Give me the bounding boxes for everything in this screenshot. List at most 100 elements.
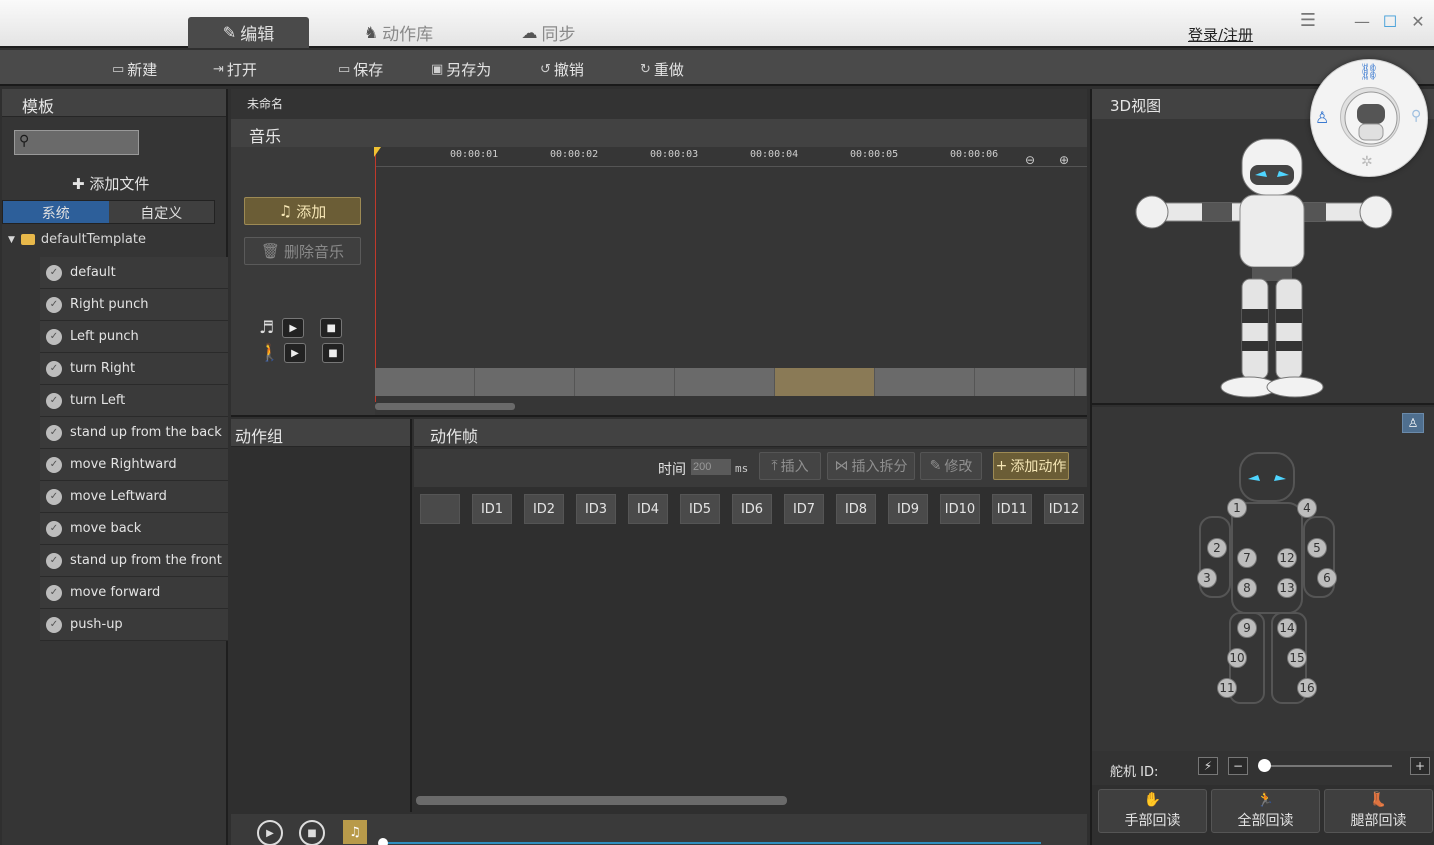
action-play-button[interactable]: ▶ bbox=[284, 343, 306, 363]
servo-decrease-button[interactable]: − bbox=[1228, 757, 1248, 775]
frames-scrollbar[interactable] bbox=[416, 796, 787, 805]
add-file-button[interactable]: ✚ 添加文件 bbox=[72, 173, 149, 194]
template-list: ✓ default ✓ Right punch ✓ Left punch ✓ turn Rig… bbox=[40, 257, 228, 641]
add-action-button[interactable]: + 添加动作 bbox=[993, 452, 1069, 480]
timeline-segment bbox=[575, 368, 675, 396]
template-list-item[interactable]: ✓ stand up from the back bbox=[40, 417, 228, 449]
action-template-icon: ✓ bbox=[46, 488, 62, 505]
template-list-item[interactable]: ✓ turn Right bbox=[40, 353, 228, 385]
timeline-segment bbox=[475, 368, 575, 396]
maximize-icon[interactable]: ☐ bbox=[1378, 12, 1402, 31]
servo-map: ♙ 1 2 3 4 5 6 7 8 9 10 11 12 13 14 15 16 bbox=[1092, 407, 1434, 751]
timeline-scrollbar[interactable] bbox=[375, 403, 515, 410]
insert-split-button[interactable]: ⋈ 插入拆分 bbox=[827, 452, 915, 480]
servo-joint-16[interactable]: 16 bbox=[1297, 678, 1317, 698]
template-list-item[interactable]: ✓ Left punch bbox=[40, 321, 228, 353]
servo-joint-13[interactable]: 13 bbox=[1277, 578, 1297, 598]
servo-id-header: ID11 bbox=[992, 494, 1032, 524]
leg-readback-button[interactable]: 👢 腿部回读 bbox=[1324, 789, 1433, 833]
servo-joint-9[interactable]: 9 bbox=[1237, 618, 1257, 638]
zoom-out-icon[interactable]: ⊖ bbox=[1025, 153, 1035, 167]
link-icon[interactable]: ⛓ bbox=[1359, 62, 1379, 81]
login-register-link[interactable]: 登录/注册 bbox=[1188, 24, 1253, 45]
servo-joint-3[interactable]: 3 bbox=[1197, 568, 1217, 588]
template-list-item[interactable]: ✓ move back bbox=[40, 513, 228, 545]
insert-button[interactable]: ⤒ 插入 bbox=[759, 452, 821, 480]
settings-sliders-icon[interactable]: ☰ bbox=[1296, 10, 1320, 31]
timeline-tick: 00:00:06 bbox=[950, 149, 999, 160]
all-readback-button[interactable]: 🏃 全部回读 bbox=[1211, 789, 1320, 833]
connection-widget[interactable]: ⛓ ♙ ⚲ ✲ bbox=[1310, 59, 1428, 177]
expand-arrow-icon[interactable]: ▼ bbox=[8, 235, 15, 245]
bug-icon[interactable]: ✲ bbox=[1361, 154, 1373, 170]
template-list-item[interactable]: ✓ move Rightward bbox=[40, 449, 228, 481]
timeline-tick: 00:00:05 bbox=[850, 149, 899, 160]
subtab-custom[interactable]: 自定义 bbox=[108, 201, 214, 223]
servo-joint-5[interactable]: 5 bbox=[1307, 538, 1327, 558]
template-list-item[interactable]: ✓ move forward bbox=[40, 577, 228, 609]
split-icon: ⋈ bbox=[834, 458, 849, 474]
playhead[interactable] bbox=[374, 147, 381, 402]
lightning-icon[interactable]: ⚡ bbox=[1198, 757, 1218, 775]
action-template-icon: ✓ bbox=[46, 328, 62, 345]
undo-button[interactable]: ↺ 撤销 bbox=[540, 59, 584, 80]
servo-joint-11[interactable]: 11 bbox=[1217, 678, 1237, 698]
robot-standing-icon[interactable]: ♙ bbox=[1315, 108, 1329, 127]
redo-button[interactable]: ↻ 重做 bbox=[640, 59, 684, 80]
template-list-item[interactable]: ✓ default bbox=[40, 257, 228, 289]
servo-increase-button[interactable]: + bbox=[1410, 757, 1430, 775]
servo-joint-12[interactable]: 12 bbox=[1277, 548, 1297, 568]
playback-progress[interactable] bbox=[381, 842, 1041, 844]
tree-folder-default-template[interactable]: ▼ defaultTemplate bbox=[8, 232, 146, 247]
servo-id-header: ID9 bbox=[888, 494, 928, 524]
time-input[interactable] bbox=[691, 459, 731, 475]
add-music-button[interactable]: ♫ 添加 bbox=[244, 197, 361, 225]
minimize-icon[interactable]: — bbox=[1350, 12, 1374, 31]
playhead-handle[interactable] bbox=[374, 147, 381, 157]
servo-slider-handle[interactable] bbox=[1258, 759, 1271, 772]
template-list-item[interactable]: ✓ turn Left bbox=[40, 385, 228, 417]
template-list-item[interactable]: ✓ push-up bbox=[40, 609, 228, 641]
servo-id-header: ID10 bbox=[940, 494, 980, 524]
subtab-system[interactable]: 系统 bbox=[3, 201, 109, 223]
template-list-item[interactable]: ✓ stand up from the front bbox=[40, 545, 228, 577]
robot-walking-icon[interactable]: ⚲ bbox=[1411, 108, 1421, 124]
template-search-input[interactable]: ⚲ bbox=[14, 130, 139, 155]
close-icon[interactable]: ✕ bbox=[1406, 12, 1430, 31]
add-action-label: 添加动作 bbox=[1010, 459, 1067, 475]
music-stop-button[interactable]: ■ bbox=[320, 318, 343, 338]
open-button[interactable]: ⇥ 打开 bbox=[213, 59, 257, 80]
tab-edit[interactable]: ✎ 编辑 bbox=[188, 17, 309, 48]
servo-joint-8[interactable]: 8 bbox=[1237, 578, 1257, 598]
new-button[interactable]: ▭ 新建 bbox=[112, 59, 157, 80]
servo-joint-2[interactable]: 2 bbox=[1207, 538, 1227, 558]
music-toggle-button[interactable]: ♫ bbox=[343, 820, 367, 844]
servo-joint-10[interactable]: 10 bbox=[1227, 648, 1247, 668]
delete-music-button[interactable]: 🗑 删除音乐 bbox=[244, 237, 361, 265]
playback-progress-handle[interactable] bbox=[378, 838, 388, 845]
save-as-button[interactable]: ▣ 另存为 bbox=[431, 59, 491, 80]
tab-sync[interactable]: ☁ 同步 bbox=[488, 17, 609, 48]
modify-button[interactable]: ✎ 修改 bbox=[920, 452, 982, 480]
template-list-item[interactable]: ✓ Right punch bbox=[40, 289, 228, 321]
template-list-item[interactable]: ✓ move Leftward bbox=[40, 481, 228, 513]
servo-joint-6[interactable]: 6 bbox=[1317, 568, 1337, 588]
music-note-icon: ♬ bbox=[259, 318, 275, 338]
servo-joint-4[interactable]: 4 bbox=[1297, 498, 1317, 518]
servo-slider-track[interactable] bbox=[1264, 765, 1392, 767]
servo-joint-15[interactable]: 15 bbox=[1287, 648, 1307, 668]
servo-joint-1[interactable]: 1 bbox=[1227, 498, 1247, 518]
servo-joint-14[interactable]: 14 bbox=[1277, 618, 1297, 638]
servo-joint-7[interactable]: 7 bbox=[1237, 548, 1257, 568]
action-stop-button[interactable]: ■ bbox=[322, 343, 344, 363]
robot-avatar[interactable] bbox=[1340, 87, 1400, 147]
music-play-button[interactable]: ▶ bbox=[282, 318, 305, 338]
save-button[interactable]: ▭ 保存 bbox=[338, 59, 383, 80]
stop-button[interactable]: ■ bbox=[299, 820, 325, 845]
music-timeline[interactable]: 00:00:01 00:00:02 00:00:03 00:00:04 00:0… bbox=[374, 147, 1087, 415]
tab-action-library[interactable]: ♞ 动作库 bbox=[338, 17, 459, 48]
zoom-in-icon[interactable]: ⊕ bbox=[1059, 153, 1069, 167]
open-icon: ⇥ bbox=[213, 62, 224, 77]
hand-readback-button[interactable]: ✋ 手部回读 bbox=[1098, 789, 1207, 833]
play-button[interactable]: ▶ bbox=[257, 820, 283, 845]
